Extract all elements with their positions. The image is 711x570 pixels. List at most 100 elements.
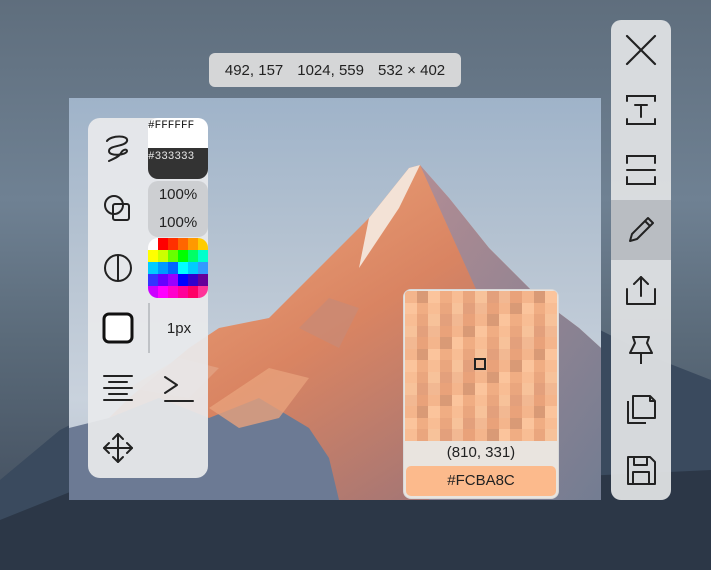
main-toolbar	[611, 20, 671, 500]
zoom-pixel	[416, 348, 429, 361]
palette-swatch[interactable]	[178, 274, 188, 286]
zoom-pixel	[428, 360, 441, 372]
selection-start: 492, 157	[224, 61, 284, 79]
palette-swatch[interactable]	[168, 274, 178, 286]
palette-swatch[interactable]	[158, 262, 168, 274]
zoom-pixel	[475, 417, 487, 430]
brush-tool[interactable]	[98, 128, 138, 168]
palette-swatch[interactable]	[178, 262, 188, 274]
palette-swatch[interactable]	[188, 250, 198, 262]
zoom-pixel	[475, 394, 487, 407]
opacity-value-2[interactable]: 100%	[148, 209, 208, 237]
zoom-pixel	[405, 337, 417, 349]
palette-swatch[interactable]	[168, 286, 178, 298]
zoom-pixel	[475, 337, 487, 349]
selection-end: 1024, 559	[297, 61, 364, 79]
zoom-pixel	[428, 383, 441, 395]
zoom-pixel	[486, 337, 499, 349]
palette-swatch[interactable]	[188, 262, 198, 274]
long-screenshot-button[interactable]	[611, 140, 671, 200]
zoom-pixel	[498, 291, 511, 303]
text-box-icon	[626, 95, 656, 125]
palette-swatch[interactable]	[178, 250, 188, 262]
rounded-square-icon	[102, 312, 134, 344]
zoom-pixel	[498, 337, 511, 349]
zoom-pixel	[510, 302, 522, 315]
palette-swatch[interactable]	[178, 286, 188, 298]
text-cursor-tool[interactable]	[158, 368, 198, 408]
palette-swatch[interactable]	[188, 286, 198, 298]
zoom-pixel	[498, 394, 511, 407]
zoom-pixel	[451, 429, 464, 441]
zoom-pixel	[463, 291, 476, 303]
palette-swatch[interactable]	[198, 274, 208, 286]
zoom-pixel	[405, 348, 417, 361]
zoom-pixel	[533, 337, 546, 349]
palette-swatch[interactable]	[158, 286, 168, 298]
zoom-pixel	[498, 302, 511, 315]
text-align-tool[interactable]	[98, 368, 138, 408]
stroke-width[interactable]: 1px	[148, 303, 208, 353]
color-palette[interactable]	[148, 238, 208, 298]
ocr-button[interactable]	[611, 80, 671, 140]
zoom-pixel	[428, 394, 441, 407]
save-button[interactable]	[611, 440, 671, 500]
zoom-pixel	[521, 394, 534, 407]
copy-icon	[627, 395, 656, 424]
zoom-pixel	[486, 406, 499, 418]
zoom-pixel	[416, 325, 429, 338]
zoom-pixel	[440, 348, 452, 361]
zoom-pixel	[486, 360, 499, 372]
zoom-pixel	[416, 337, 429, 349]
shape-tool[interactable]	[98, 188, 138, 228]
zoom-pixel	[416, 383, 429, 395]
zoom-pixel	[486, 371, 499, 384]
palette-swatch[interactable]	[148, 274, 158, 286]
prompt-icon	[164, 376, 194, 402]
zoom-pixel	[405, 325, 417, 338]
draw-button[interactable]	[611, 200, 671, 260]
zoom-pixel	[486, 325, 499, 338]
opacity-value-1[interactable]: 100%	[148, 181, 208, 209]
palette-swatch[interactable]	[158, 238, 168, 250]
palette-swatch[interactable]	[168, 262, 178, 274]
palette-swatch[interactable]	[188, 274, 198, 286]
mosaic-tool[interactable]	[98, 248, 138, 288]
zoom-pixel	[545, 348, 557, 361]
close-button[interactable]	[611, 20, 671, 80]
primary-color[interactable]: #FFFFFF	[148, 118, 208, 150]
zoom-pixel	[521, 383, 534, 395]
zoom-pixel	[486, 314, 499, 326]
secondary-color[interactable]: #333333	[148, 148, 208, 179]
zoom-pixel	[521, 302, 534, 315]
palette-swatch[interactable]	[188, 238, 198, 250]
move-tool[interactable]	[98, 428, 138, 468]
palette-swatch[interactable]	[158, 250, 168, 262]
zoom-pixel	[510, 348, 522, 361]
zoom-pixel	[510, 314, 522, 326]
zoom-pixel	[510, 406, 522, 418]
share-button[interactable]	[611, 260, 671, 320]
palette-swatch[interactable]	[198, 262, 208, 274]
fill-toggle[interactable]	[98, 308, 138, 348]
zoom-pixel	[440, 417, 452, 430]
palette-swatch[interactable]	[148, 262, 158, 274]
zoom-pixel	[533, 406, 546, 418]
zoom-pixel	[486, 417, 499, 430]
pin-button[interactable]	[611, 320, 671, 380]
picked-color-hex[interactable]: #FCBA8C	[406, 466, 556, 496]
zoom-pixel	[498, 371, 511, 384]
zoom-pixel	[521, 291, 534, 303]
palette-swatch[interactable]	[178, 238, 188, 250]
copy-button[interactable]	[611, 380, 671, 440]
share-icon	[626, 276, 656, 305]
palette-swatch[interactable]	[168, 250, 178, 262]
palette-swatch[interactable]	[168, 238, 178, 250]
zoom-pixel	[405, 383, 417, 395]
zoom-pixel	[451, 314, 464, 326]
zoom-pixel	[545, 417, 557, 430]
zoom-pixel	[521, 348, 534, 361]
palette-swatch[interactable]	[148, 250, 158, 262]
palette-swatch[interactable]	[158, 274, 168, 286]
palette-swatch[interactable]	[198, 250, 208, 262]
